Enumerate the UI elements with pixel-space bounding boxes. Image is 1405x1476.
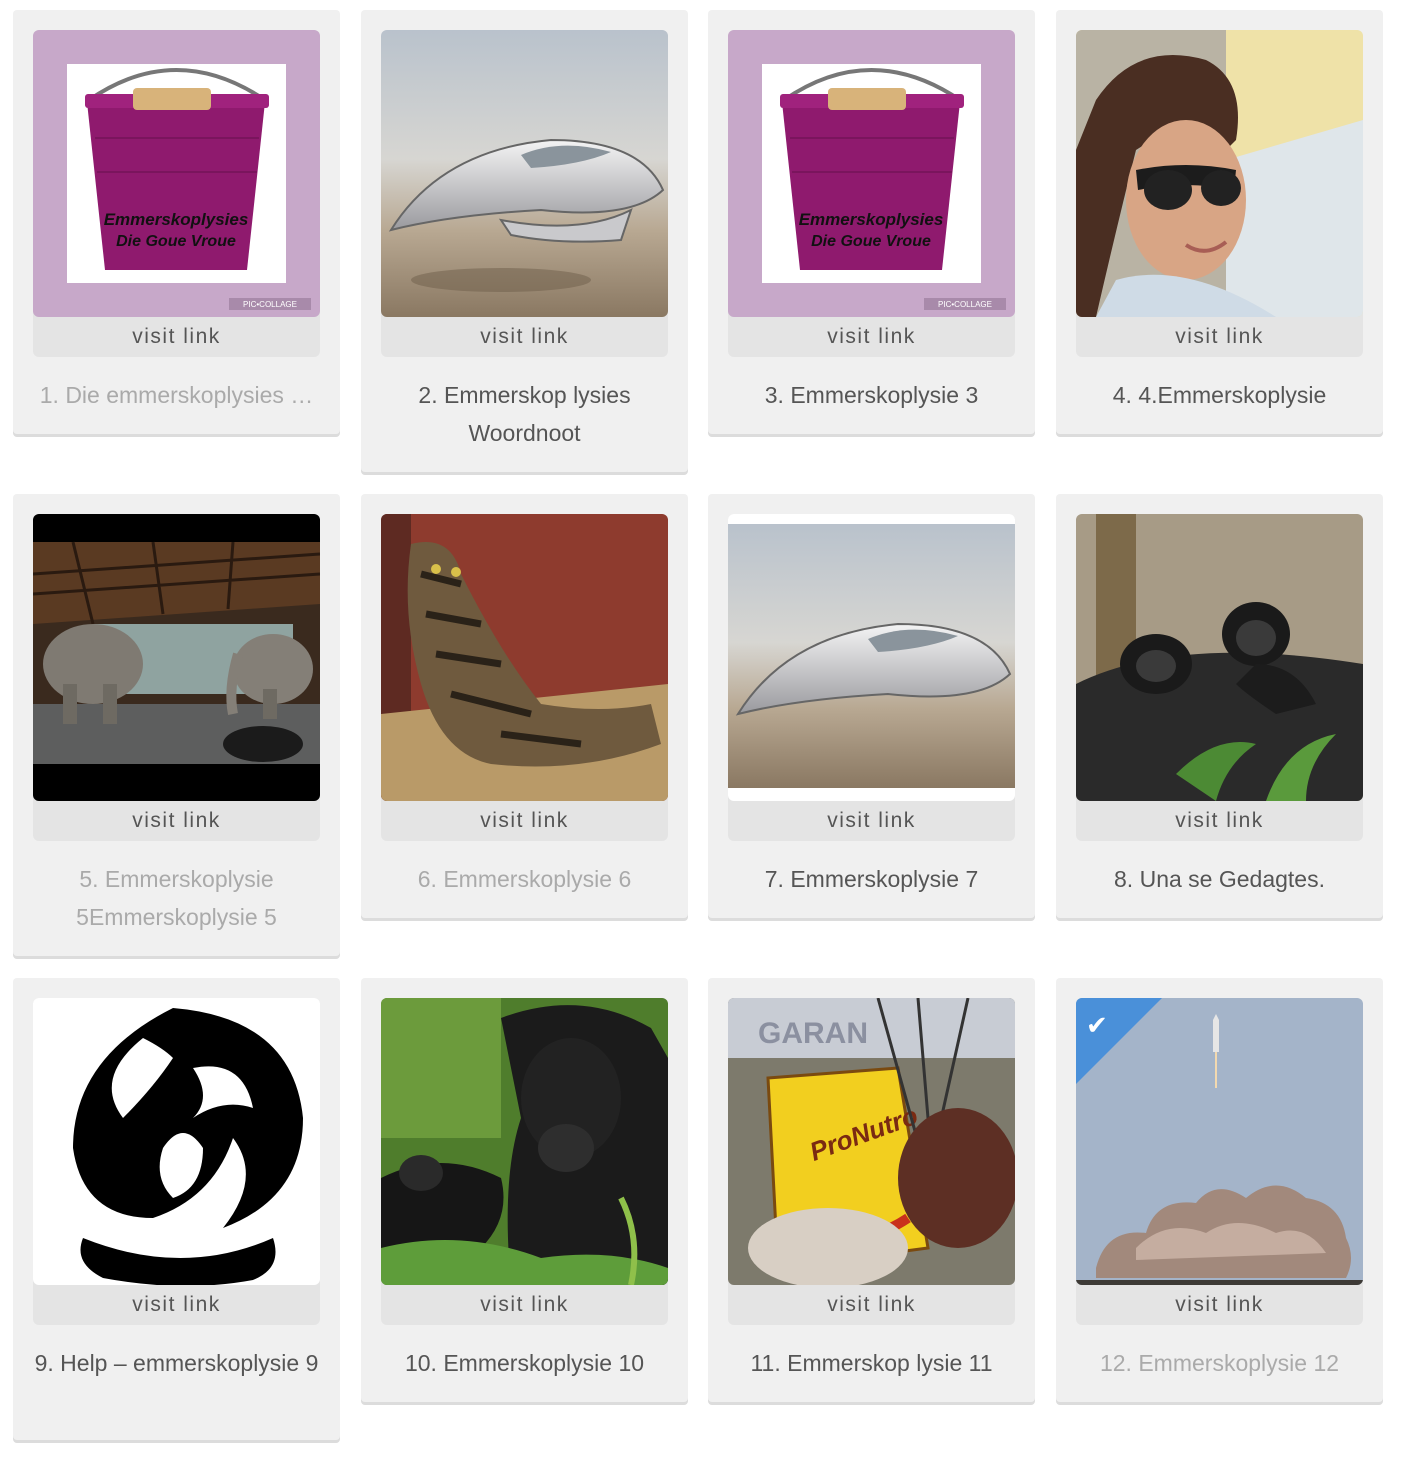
link-card-5: visit link 5. Emmerskoplysie 5Emmerskopl…: [13, 494, 340, 956]
thumbnail-container: visit link: [381, 514, 668, 841]
link-card-1: Emmerskoplysies Die Goue Vroue PIC•COLLA…: [13, 10, 340, 434]
purple-bucket-image: Emmerskoplysies Die Goue Vroue PIC•COLLA…: [33, 30, 320, 317]
thumbnail-link[interactable]: [381, 30, 668, 317]
prokutro-sign-image: GARAN ProNutro: [728, 998, 1015, 1285]
thumbnail-link[interactable]: [381, 998, 668, 1285]
visit-link[interactable]: visit link: [381, 317, 668, 357]
bucket-text-line1: Emmerskoplysies: [799, 210, 944, 229]
visit-link[interactable]: visit link: [728, 801, 1015, 841]
visit-link[interactable]: visit link: [33, 801, 320, 841]
silver-spaceship-image: [381, 30, 668, 317]
card-caption[interactable]: 4. 4.Emmerskoplysie: [1070, 376, 1369, 414]
card-caption[interactable]: 3. Emmerskoplysie 3: [722, 376, 1021, 414]
sign-text: GARAN: [758, 1017, 868, 1050]
watermark: PIC•COLLAGE: [938, 300, 992, 309]
thumbnail-container: visit link: [1076, 30, 1363, 357]
link-card-6: visit link 6. Emmerskoplysie 6: [361, 494, 688, 918]
watermark: PIC•COLLAGE: [243, 300, 297, 309]
card-caption[interactable]: 2. Emmerskop lysies Woordnoot: [375, 376, 674, 452]
thumbnail-link[interactable]: [1076, 30, 1363, 317]
checkmark-icon: ✔: [1086, 1010, 1108, 1040]
thumbnail-link[interactable]: ✔: [1076, 998, 1363, 1285]
thumbnail-link[interactable]: GARAN ProNutro: [728, 998, 1015, 1285]
baby-gorillas-image: [1076, 514, 1363, 801]
visit-link[interactable]: visit link: [728, 317, 1015, 357]
link-card-11: GARAN ProNutro visit link 11. Emmerskop …: [708, 978, 1035, 1402]
visit-link[interactable]: visit link: [1076, 1285, 1363, 1325]
visit-link[interactable]: visit link: [33, 1285, 320, 1325]
visit-link[interactable]: visit link: [381, 1285, 668, 1325]
thumbnail-container: visit link: [728, 514, 1015, 841]
link-card-7: visit link 7. Emmerskoplysie 7: [708, 494, 1035, 918]
link-card-2: visit link 2. Emmerskop lysies Woordnoot: [361, 10, 688, 472]
thumbnail-link[interactable]: [728, 514, 1015, 801]
card-caption[interactable]: 1. Die emmerskoplysies …: [27, 376, 326, 414]
thumbnail-link[interactable]: [33, 998, 320, 1285]
card-caption[interactable]: 12. Emmerskoplysie 12: [1070, 1344, 1369, 1382]
thumbnail-link[interactable]: Emmerskoplysies Die Goue Vroue PIC•COLLA…: [33, 30, 320, 317]
bucket-text-line1: Emmerskoplysies: [104, 210, 249, 229]
purple-bucket-image: Emmerskoplysies Die Goue Vroue PIC•COLLA…: [728, 30, 1015, 317]
thumbnail-container: visit link: [33, 514, 320, 841]
black-flame-logo-image: [33, 998, 320, 1285]
link-card-8: visit link 8. Una se Gedagtes.: [1056, 494, 1383, 918]
card-caption[interactable]: 5. Emmerskoplysie 5Emmerskoplysie 5: [27, 860, 326, 936]
bucket-text-line2: Die Goue Vroue: [116, 233, 236, 250]
tabby-cat-image: [381, 514, 668, 801]
thumbnail-container: visit link: [1076, 514, 1363, 841]
bucket-text-line2: Die Goue Vroue: [811, 233, 931, 250]
thumbnail-link[interactable]: [1076, 514, 1363, 801]
link-card-12: ✔ visit link 12. Emmerskoplysie 12: [1056, 978, 1383, 1402]
link-card-3: Emmerskoplysies Die Goue Vroue PIC•COLLA…: [708, 10, 1035, 434]
visit-link[interactable]: visit link: [1076, 801, 1363, 841]
card-caption[interactable]: 11. Emmerskop lysie 11: [722, 1344, 1021, 1382]
thumbnail-container: GARAN ProNutro visit link: [728, 998, 1015, 1325]
thumbnail-container: visit link: [381, 30, 668, 357]
link-card-10: visit link 10. Emmerskoplysie 10: [361, 978, 688, 1402]
card-caption[interactable]: 7. Emmerskoplysie 7: [722, 860, 1021, 898]
visit-link[interactable]: visit link: [728, 1285, 1015, 1325]
thumbnail-container: ✔ visit link: [1076, 998, 1363, 1325]
visit-link[interactable]: visit link: [381, 801, 668, 841]
card-caption[interactable]: 6. Emmerskoplysie 6: [375, 860, 674, 898]
thumbnail-container: Emmerskoplysies Die Goue Vroue PIC•COLLA…: [33, 30, 320, 357]
gorilla-mother-image: [381, 998, 668, 1285]
thumbnail-link[interactable]: [33, 514, 320, 801]
visit-link[interactable]: visit link: [1076, 317, 1363, 357]
link-card-4: visit link 4. 4.Emmerskoplysie: [1056, 10, 1383, 434]
thumbnail-container: visit link: [381, 998, 668, 1325]
card-caption[interactable]: 8. Una se Gedagtes.: [1070, 860, 1369, 898]
thumbnail-link[interactable]: Emmerskoplysies Die Goue Vroue PIC•COLLA…: [728, 30, 1015, 317]
link-card-9: visit link 9. Help – emmerskoplysie 9: [13, 978, 340, 1440]
thumbnail-link[interactable]: [381, 514, 668, 801]
elephants-lodge-image: [33, 514, 320, 801]
woman-sunglasses-image: [1076, 30, 1363, 317]
visit-link[interactable]: visit link: [33, 317, 320, 357]
card-caption[interactable]: 10. Emmerskoplysie 10: [375, 1344, 674, 1382]
thumbnail-container: visit link: [33, 998, 320, 1325]
silver-spaceship-image: [728, 514, 1015, 801]
card-caption[interactable]: 9. Help – emmerskoplysie 9: [27, 1344, 326, 1382]
thumbnail-container: Emmerskoplysies Die Goue Vroue PIC•COLLA…: [728, 30, 1015, 357]
